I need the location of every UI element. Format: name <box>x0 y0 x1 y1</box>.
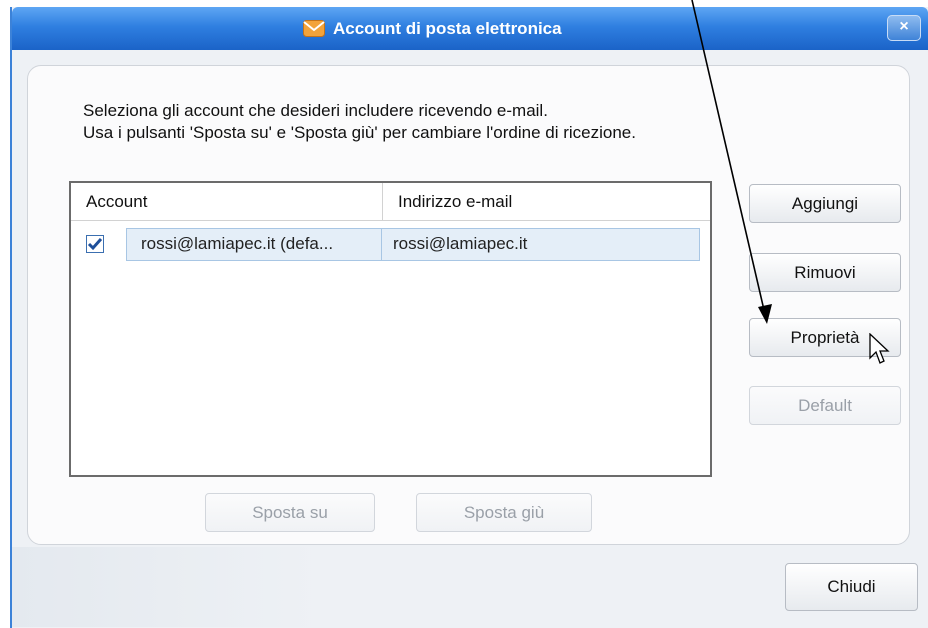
column-divider[interactable] <box>382 183 383 220</box>
add-button[interactable]: Aggiungi <box>749 184 901 223</box>
table-row[interactable]: rossi@lamiapec.it (defa... rossi@lamiape… <box>126 228 700 261</box>
account-name-cell: rossi@lamiapec.it (defa... <box>141 234 334 253</box>
move-down-button[interactable]: Sposta giù <box>416 493 592 532</box>
email-accounts-dialog: Account di posta elettronica × Seleziona… <box>10 7 928 628</box>
close-button[interactable]: Chiudi <box>785 563 918 611</box>
instruction-line-2: Usa i pulsanti 'Sposta su' e 'Sposta giù… <box>83 123 636 142</box>
column-header-account[interactable]: Account <box>86 192 147 212</box>
list-header: Account Indirizzo e-mail <box>71 183 710 221</box>
column-header-email[interactable]: Indirizzo e-mail <box>398 192 512 212</box>
instruction-line-1: Seleziona gli account che desideri inclu… <box>83 101 548 120</box>
account-email-cell: rossi@lamiapec.it <box>393 234 528 253</box>
close-window-button[interactable]: × <box>887 15 921 41</box>
row-divider <box>381 229 382 260</box>
title-bar[interactable]: Account di posta elettronica × <box>12 7 928 50</box>
mouse-pointer-icon <box>869 333 890 364</box>
mail-envelope-icon <box>303 20 325 37</box>
account-enabled-checkbox[interactable] <box>86 235 104 253</box>
checkmark-icon <box>87 238 103 251</box>
content-panel: Seleziona gli account che desideri inclu… <box>27 65 910 545</box>
window-title: Account di posta elettronica <box>333 19 562 38</box>
accounts-list[interactable]: Account Indirizzo e-mail rossi@lamiapec.… <box>69 181 712 477</box>
move-up-button[interactable]: Sposta su <box>205 493 375 532</box>
default-button[interactable]: Default <box>749 386 901 425</box>
remove-button[interactable]: Rimuovi <box>749 253 901 292</box>
decorative-background <box>12 547 322 627</box>
